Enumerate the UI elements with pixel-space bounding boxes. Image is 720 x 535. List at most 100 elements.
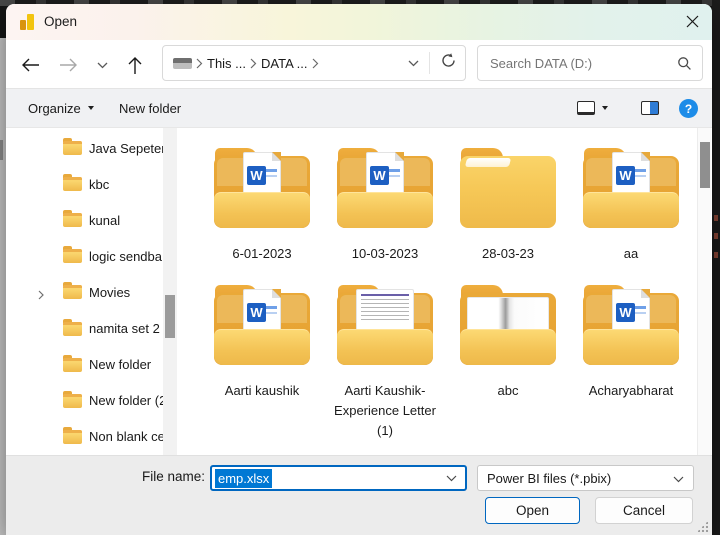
change-view-button[interactable] (577, 89, 608, 127)
breadcrumb-chevron-icon (250, 58, 257, 68)
sidebar-item-java-sepetem[interactable]: Java Sepetem (6, 130, 163, 166)
chevron-down-icon (408, 60, 419, 67)
chevron-down-icon (673, 476, 684, 482)
selected-text: emp.xlsx (215, 468, 273, 488)
folder-with-word-doc-icon: W (214, 148, 310, 228)
file-type-value: Power BI files (*.pbix) (487, 470, 612, 486)
sidebar-item-label: logic sendba (89, 248, 162, 264)
breadcrumb-data-drive[interactable]: DATA ... (261, 56, 307, 71)
forward-button[interactable] (56, 55, 80, 75)
folder-icon (63, 174, 82, 192)
folder-icon (63, 246, 82, 264)
cancel-button[interactable]: Cancel (595, 497, 693, 524)
folder-icon (63, 318, 82, 336)
search-placeholder: Search DATA (D:) (490, 55, 593, 71)
help-button[interactable]: ? (679, 99, 698, 118)
file-name-label: 6-01-2023 (232, 246, 292, 261)
folder-with-word-doc-icon: W (337, 148, 433, 228)
close-button[interactable] (676, 8, 708, 35)
help-icon: ? (684, 101, 693, 116)
open-button[interactable]: Open (485, 497, 580, 524)
caret-down-icon (602, 106, 608, 110)
expand-chevron-icon[interactable] (36, 287, 46, 300)
back-arrow-icon (21, 58, 39, 72)
folder-with-word-doc-icon: W (583, 285, 679, 366)
folder-icon (63, 354, 82, 372)
resize-grip[interactable] (697, 521, 708, 532)
recent-locations-button[interactable] (94, 55, 110, 75)
dialog-titlebar[interactable]: Open (6, 4, 712, 40)
sidebar-item-label: New folder (2 (89, 393, 163, 409)
up-arrow-icon (128, 56, 142, 74)
file-list-scrollbar[interactable] (697, 128, 711, 455)
sidebar-item-kunal[interactable]: kunal (6, 202, 163, 238)
breadcrumb-chevron-icon (312, 58, 318, 68)
file-item[interactable]: W 6-01-2023 (203, 148, 321, 264)
folder-with-word-doc-icon: W (214, 285, 310, 366)
file-item[interactable]: abc (449, 285, 567, 441)
folder-with-word-doc-icon: W (583, 148, 679, 228)
sidebar-item-label: kunal (89, 212, 121, 228)
open-button-label: Open (515, 503, 550, 518)
sidebar-item-label: Movies (89, 284, 131, 300)
caret-down-icon (87, 106, 94, 110)
sidebar-item-new-folder-2[interactable]: New folder (2 (6, 383, 163, 419)
new-folder-button[interactable]: New folder (119, 89, 181, 127)
sidebar-item-label: New folder (89, 357, 152, 373)
dialog-footer: File name: emp.xlsx Power BI files (*.pb… (6, 455, 712, 535)
sidebar-item-movies[interactable]: Movies (6, 274, 163, 310)
folder-icon (63, 210, 82, 228)
sidebar-item-new-folder[interactable]: New folder (6, 347, 163, 383)
dialog-body: Java Sepetem kbc kunal logic sendba Movi… (6, 128, 712, 455)
file-item[interactable]: Aarti Kaushik-Experience Letter (1) (326, 285, 444, 441)
file-list: W 6-01-2023 W 10-03-2023 28-03-23 W aa W… (177, 128, 697, 455)
address-bar[interactable]: This ... DATA ... (162, 45, 466, 81)
file-name-label: aa (623, 246, 639, 261)
chevron-down-icon (446, 475, 457, 482)
refresh-button[interactable] (440, 52, 457, 74)
file-name-input[interactable]: emp.xlsx (210, 465, 467, 491)
organize-button[interactable]: Organize (28, 89, 94, 127)
search-input[interactable]: Search DATA (D:) (477, 45, 703, 81)
breadcrumb-this-pc[interactable]: This ... (207, 56, 246, 71)
organize-label: Organize (28, 100, 81, 116)
scrollbar-thumb[interactable] (165, 295, 175, 338)
preview-pane-button[interactable] (641, 89, 659, 127)
up-button[interactable] (123, 55, 147, 75)
open-file-dialog: Open This ... DATA ... Search DATA (D:) … (6, 4, 712, 535)
sidebar-item-label: Non blank ce (89, 429, 163, 445)
drive-icon (173, 57, 192, 69)
sidebar-item-logic-sendba[interactable]: logic sendba (6, 238, 163, 274)
sidebar-item-non-blank-ce[interactable]: Non blank ce (6, 419, 163, 455)
file-name-field-label: File name: (141, 469, 205, 484)
close-icon (686, 15, 698, 28)
address-divider (429, 52, 430, 74)
scrollbar-thumb[interactable] (700, 142, 710, 188)
file-item[interactable]: 28-03-23 (449, 148, 567, 264)
back-button[interactable] (18, 55, 42, 75)
folder-with-sheets-icon (460, 285, 556, 366)
file-name-label: abc (497, 383, 519, 399)
file-item[interactable]: W 10-03-2023 (326, 148, 444, 264)
file-name-label: Aarti kaushik (224, 383, 300, 399)
forward-arrow-icon (59, 58, 77, 72)
sidebar-item-kbc[interactable]: kbc (6, 166, 163, 202)
file-item[interactable]: W Acharyabharat (572, 285, 690, 441)
combo-dropdown-button[interactable] (446, 469, 457, 487)
sidebar-scrollbar[interactable] (163, 128, 177, 455)
file-item[interactable]: W aa (572, 148, 690, 264)
navigation-pane: Java Sepetem kbc kunal logic sendba Movi… (6, 128, 163, 455)
background-window-left-notch (0, 140, 3, 160)
chevron-down-icon (97, 62, 107, 68)
folder-with-letter-doc-icon (337, 285, 433, 366)
search-icon (678, 56, 691, 70)
view-mode-icon (577, 101, 595, 115)
combo-dropdown-button[interactable] (673, 471, 684, 486)
sidebar-item-namita-set-2[interactable]: namita set 2 (6, 311, 163, 347)
closed-folder-icon (460, 148, 556, 228)
address-dropdown-button[interactable] (408, 54, 419, 72)
sidebar-item-label: namita set 2 (89, 321, 160, 337)
file-item[interactable]: W Aarti kaushik (203, 285, 321, 441)
preview-pane-icon (641, 101, 659, 115)
file-type-select[interactable]: Power BI files (*.pbix) (477, 465, 694, 491)
